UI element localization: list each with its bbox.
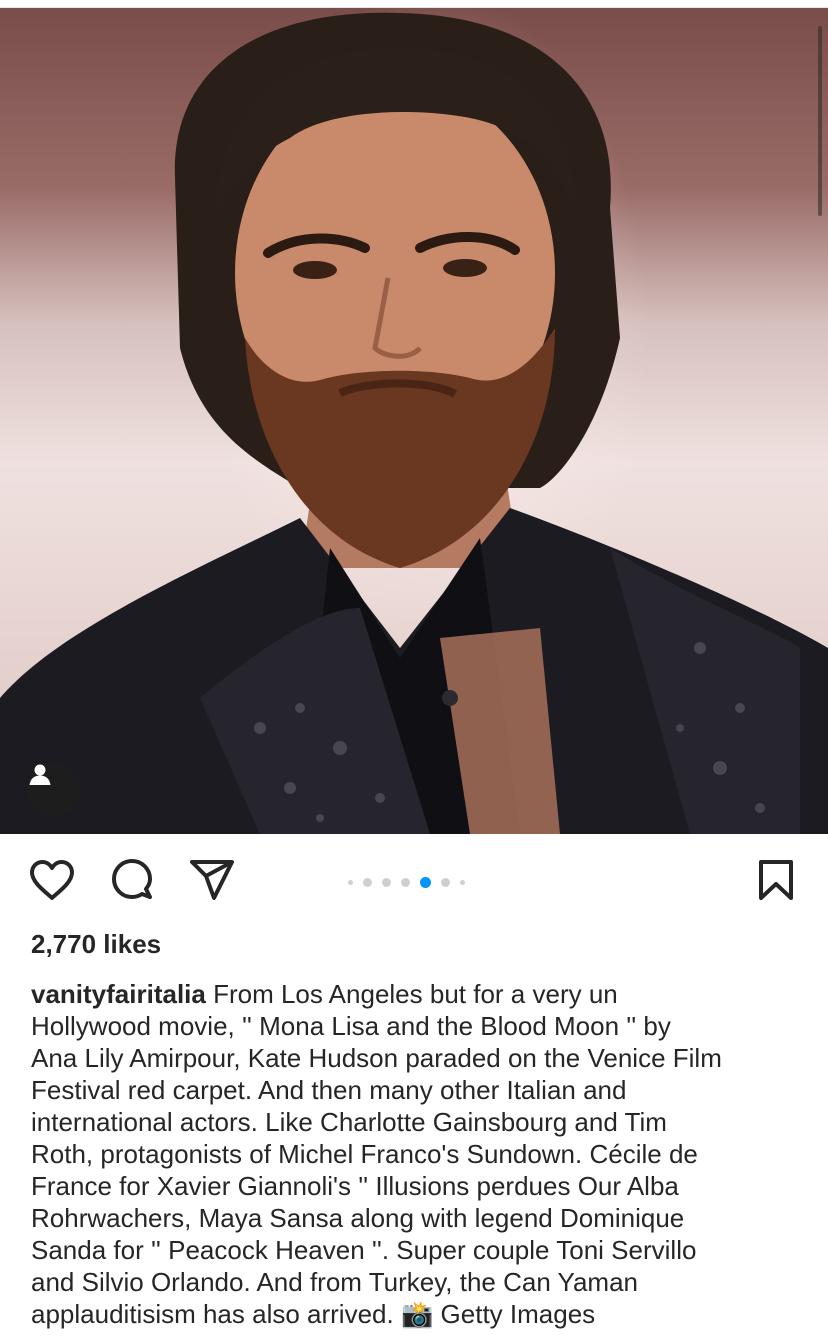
carousel-dot — [363, 878, 372, 887]
bookmark-icon — [756, 858, 796, 907]
post-photo[interactable] — [0, 8, 828, 834]
caption-line: Roth, protagonists of Michel Franco's Su… — [31, 1139, 698, 1169]
top-divider — [0, 0, 828, 8]
post-caption: vanityfairitalia From Los Angeles but fo… — [31, 978, 811, 1330]
scrollbar-thumb[interactable] — [818, 26, 822, 216]
paper-plane-icon — [188, 858, 236, 907]
carousel-indicator — [348, 877, 465, 888]
caption-line: and Silvio Orlando. And from Turkey, the… — [31, 1267, 638, 1297]
like-button[interactable] — [28, 858, 76, 906]
caption-text: From Los Angeles but for a very un — [213, 979, 618, 1009]
carousel-dot — [348, 880, 353, 885]
username-link[interactable]: vanityfairitalia — [31, 979, 206, 1009]
save-button[interactable] — [752, 858, 800, 906]
tagged-people-button[interactable] — [27, 762, 81, 816]
carousel-dot — [382, 878, 391, 887]
comment-button[interactable] — [108, 858, 156, 906]
share-button[interactable] — [188, 858, 236, 906]
likes-count[interactable]: 2,770 likes — [31, 929, 161, 960]
carousel-dot-active — [420, 877, 431, 888]
caption-line: Ana Lily Amirpour, Kate Hudson paraded o… — [31, 1043, 722, 1073]
carousel-dot — [441, 878, 450, 887]
post-action-bar — [0, 834, 828, 930]
caption-line: international actors. Like Charlotte Gai… — [31, 1107, 667, 1137]
heart-icon — [29, 859, 75, 906]
caption-line: applauditisism has also arrived. 📸 Getty… — [31, 1299, 596, 1329]
carousel-dot — [401, 878, 410, 887]
photo-illustration — [0, 12, 828, 834]
carousel-dot — [460, 880, 465, 885]
comment-icon — [109, 857, 155, 908]
caption-line: Hollywood movie, '' Mona Lisa and the Bl… — [31, 1011, 671, 1041]
caption-line: Sanda for '' Peacock Heaven ''. Super co… — [31, 1235, 697, 1265]
caption-line: Rohrwachers, Maya Sansa along with legen… — [31, 1203, 685, 1233]
caption-line: France for Xavier Giannoli's '' Illusion… — [31, 1171, 679, 1201]
caption-line: vanityfairitalia From Los Angeles but fo… — [31, 978, 811, 1010]
caption-line: Festival red carpet. And then many other… — [31, 1075, 627, 1105]
